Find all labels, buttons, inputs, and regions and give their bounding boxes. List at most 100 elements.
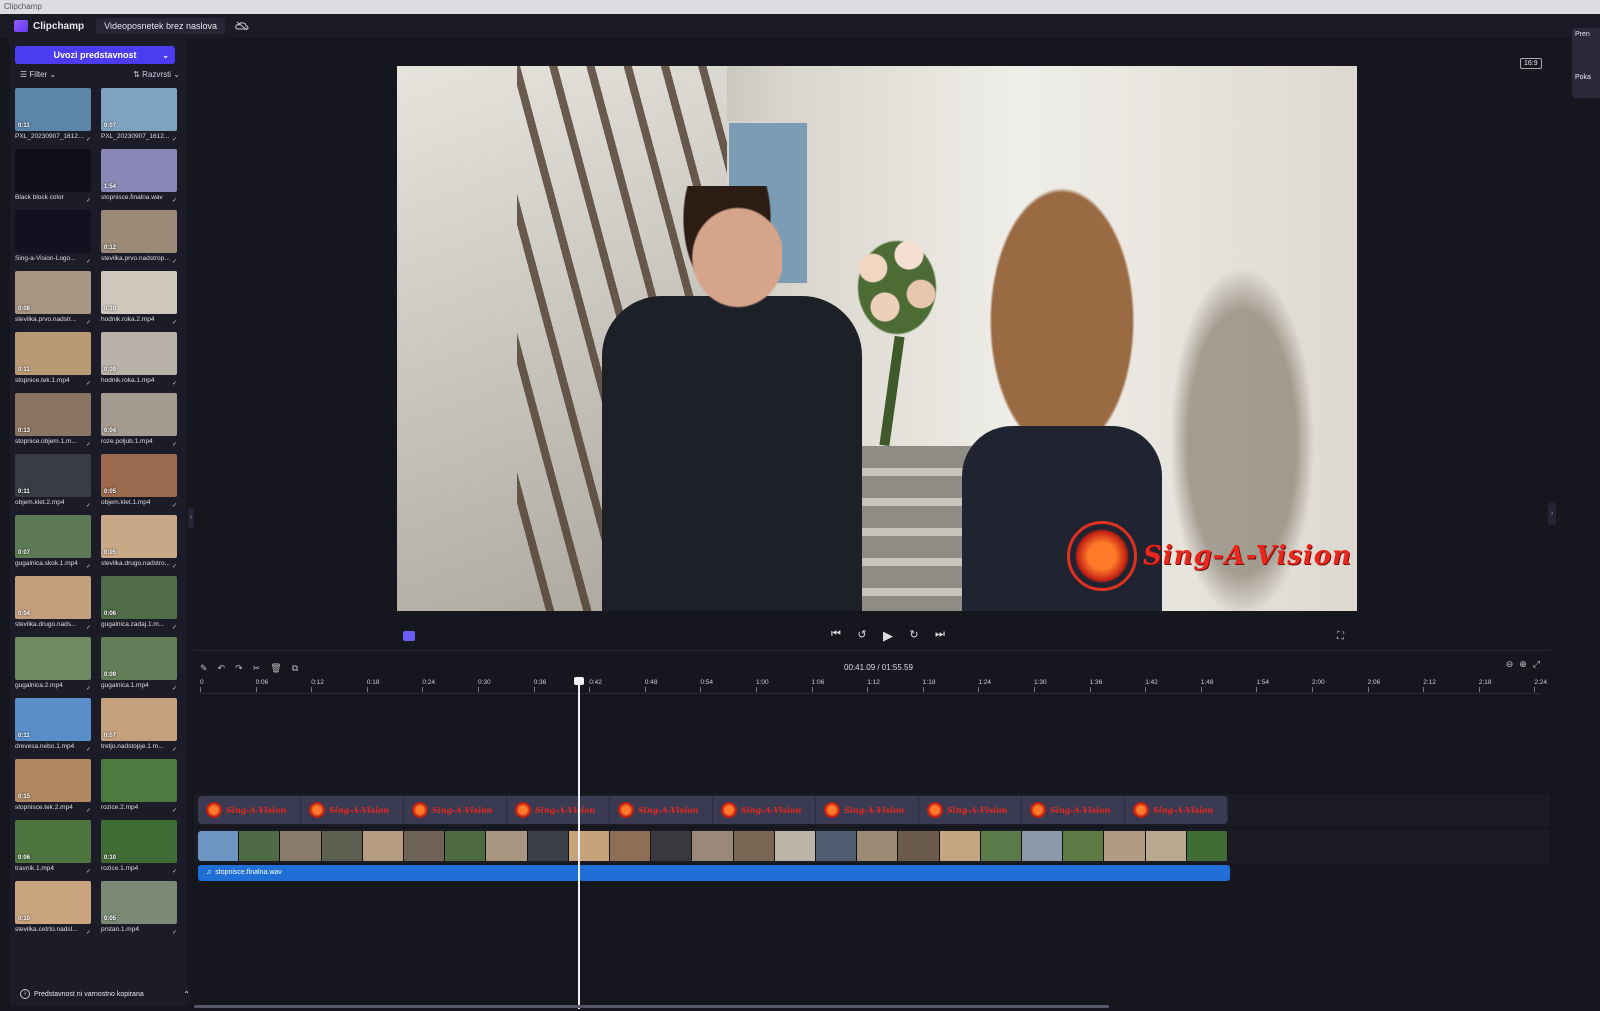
cloud-off-icon[interactable] [235, 21, 249, 31]
split-icon[interactable]: ✂ [253, 663, 261, 674]
media-item[interactable]: 0:12 stevilka.prvo.nadstropj... ✓ [101, 210, 179, 271]
aspect-ratio-button[interactable]: 16:9 [1520, 58, 1542, 69]
video-clip[interactable] [610, 831, 652, 861]
overlay-logo-clip[interactable]: Sing-A-Vision [816, 796, 919, 824]
media-item[interactable]: Sing-a-Vision-Logo... ✓ [15, 210, 93, 271]
video-clip[interactable] [898, 831, 940, 861]
video-clip[interactable] [692, 831, 734, 861]
delete-icon[interactable]: 🗑 [270, 663, 281, 674]
timeline-scrollbar[interactable] [194, 1005, 1109, 1008]
video-clip[interactable] [774, 831, 817, 861]
video-clip[interactable] [1104, 831, 1146, 861]
overlay-logo-clip[interactable]: Sing-A-Vision [919, 796, 1022, 824]
media-thumbnail[interactable]: 0:09 [101, 637, 177, 680]
media-item[interactable]: 0:10 hodnik.roka.2.mp4 ✓ [101, 271, 179, 332]
media-thumbnail[interactable]: 0:11 [15, 454, 91, 497]
media-item[interactable]: 0:13 stopnice.objem.1.m... ✓ [15, 393, 93, 454]
video-clip[interactable] [445, 831, 487, 861]
zoom-in-icon[interactable]: ⊕ [1519, 659, 1527, 670]
media-item[interactable]: 0:05 objem.klet.1.mp4 ✓ [101, 454, 179, 515]
collapse-left-panel-button[interactable]: ‹ [188, 508, 194, 528]
video-clip[interactable] [733, 831, 775, 861]
backup-status-bar[interactable]: i Predstavnost ni varnostno kopirana ⌃ [20, 986, 190, 1002]
media-item[interactable]: 0:11 drevesa.nebo.1.mp4 ✓ [15, 698, 93, 759]
rewind-5-icon[interactable]: ↺ [856, 628, 868, 644]
media-thumbnail[interactable]: 0:04 [15, 576, 91, 619]
media-item[interactable]: 1:54 stopnisce.finalna.wav ✓ [101, 149, 179, 210]
forward-5-icon[interactable]: ↻ [908, 628, 920, 644]
media-item[interactable]: 0:15 stopnisce.tek.2.mp4 ✓ [15, 759, 93, 820]
media-thumbnail[interactable] [15, 637, 91, 680]
play-icon[interactable]: ▶ [882, 628, 894, 644]
filter-button[interactable]: ☰ Filter ⌄ [20, 70, 56, 82]
export-side-panel[interactable]: Pren Poka [1572, 28, 1600, 98]
video-clip[interactable] [404, 831, 446, 861]
media-thumbnail[interactable]: 0:11 [15, 88, 91, 131]
media-thumbnail[interactable]: 0:15 [15, 759, 91, 802]
media-thumbnail[interactable]: 0:06 [15, 820, 91, 863]
media-thumbnail[interactable]: 0:06 [101, 576, 177, 619]
media-item[interactable]: 0:08 stevilka.prvo.nadstr... ✓ [15, 271, 93, 332]
duplicate-icon[interactable]: ⧉ [292, 663, 298, 674]
media-thumbnail[interactable]: 0:09 [101, 332, 177, 375]
timeline-ruler[interactable]: 0 0:06 0:12 0:18 0:24 0:30 0:36 0:42 0:48 0:54 1:0… [200, 679, 1547, 694]
media-thumbnail[interactable]: 0:05 [101, 454, 177, 497]
media-item[interactable]: 0:06 travnik.1.mp4 ✓ [15, 820, 93, 881]
video-clip[interactable] [362, 831, 405, 861]
video-clip[interactable] [1145, 831, 1187, 861]
sort-button[interactable]: ⇅ Razvrsti ⌄ [133, 70, 180, 82]
video-clip[interactable] [321, 831, 363, 861]
zoom-out-icon[interactable]: ⊖ [1506, 659, 1514, 670]
video-clip[interactable] [198, 831, 240, 861]
media-item[interactable]: 0:11 PXL_20230907_161205... ✓ [15, 88, 93, 149]
media-thumbnail[interactable]: 0:07 [101, 698, 177, 741]
skip-forward-icon[interactable]: ⏭ [934, 628, 946, 644]
chevron-down-icon[interactable]: ⌄ [162, 51, 169, 60]
video-clip[interactable] [486, 831, 528, 861]
video-clip[interactable] [1063, 831, 1105, 861]
media-thumbnail[interactable]: 0:10 [101, 271, 177, 314]
media-thumbnail[interactable]: 0:13 [15, 393, 91, 436]
video-clip[interactable] [527, 831, 569, 861]
video-clip[interactable] [816, 831, 858, 861]
camera-icon[interactable] [403, 631, 415, 641]
video-track[interactable] [198, 831, 1228, 861]
video-clip[interactable] [1186, 831, 1228, 861]
fullscreen-icon[interactable]: ⛶ [1337, 631, 1344, 642]
media-thumbnail[interactable]: 0:05 [101, 515, 177, 558]
media-item[interactable]: 0:04 stevilka.drugo.nads... ✓ [15, 576, 93, 637]
overlay-logo-clip[interactable]: Sing-A-Vision [1022, 796, 1125, 824]
media-item[interactable]: rozice.2.mp4 ✓ [101, 759, 179, 820]
media-item[interactable]: Black block color ✓ [15, 149, 93, 210]
media-thumbnail[interactable] [101, 759, 177, 802]
video-clip[interactable] [239, 831, 281, 861]
media-thumbnail[interactable]: 0:07 [15, 515, 91, 558]
media-item[interactable]: 0:07 PXL_20230907_1612... ✓ [101, 88, 179, 149]
media-item[interactable]: 0:06 gugalnica.zadaj.1.m... ✓ [101, 576, 179, 637]
media-thumbnail[interactable]: 0:04 [101, 393, 177, 436]
chevron-up-icon[interactable]: ⌃ [183, 990, 190, 999]
video-clip[interactable] [651, 831, 693, 861]
media-item[interactable]: gugalnica.2.mp4 ✓ [15, 637, 93, 698]
media-thumbnail[interactable] [15, 149, 91, 192]
video-preview[interactable]: Sing-A-Vision [397, 66, 1357, 611]
playhead[interactable] [574, 677, 584, 1009]
overlay-track[interactable]: Sing-A-Vision Sing-A-Vision Sing-A-Vision S… [198, 796, 1228, 824]
video-clip[interactable] [1022, 831, 1064, 861]
media-thumbnail[interactable]: 0:12 [101, 210, 177, 253]
redo-icon[interactable]: ↷ [235, 663, 243, 674]
media-item[interactable]: 0:07 tretjo.nadstopje.1.m... ✓ [101, 698, 179, 759]
media-item[interactable]: 0:04 roze.poljub.1.mp4 ✓ [101, 393, 179, 454]
media-thumbnail[interactable]: 0:11 [15, 332, 91, 375]
media-thumbnail[interactable] [15, 210, 91, 253]
media-item[interactable]: 0:09 gugalnica.1.mp4 ✓ [101, 637, 179, 698]
media-item[interactable]: 0:09 hodnik.roka.1.mp4 ✓ [101, 332, 179, 393]
overlay-logo-clip[interactable]: Sing-A-Vision [610, 796, 713, 824]
media-item[interactable]: 0:11 objem.klet.2.mp4 ✓ [15, 454, 93, 515]
media-item[interactable]: 0:05 prstan.1.mp4 ✓ [101, 881, 179, 942]
magic-icon[interactable]: ✎ [200, 663, 208, 674]
import-media-button[interactable]: Uvozi predstavnost ⌄ [15, 46, 175, 64]
skip-back-icon[interactable]: ⏮ [830, 628, 842, 644]
media-item[interactable]: 0:05 stevilka.drugo.nadstro... ✓ [101, 515, 179, 576]
overlay-logo-clip[interactable]: Sing-A-Vision [301, 796, 404, 824]
